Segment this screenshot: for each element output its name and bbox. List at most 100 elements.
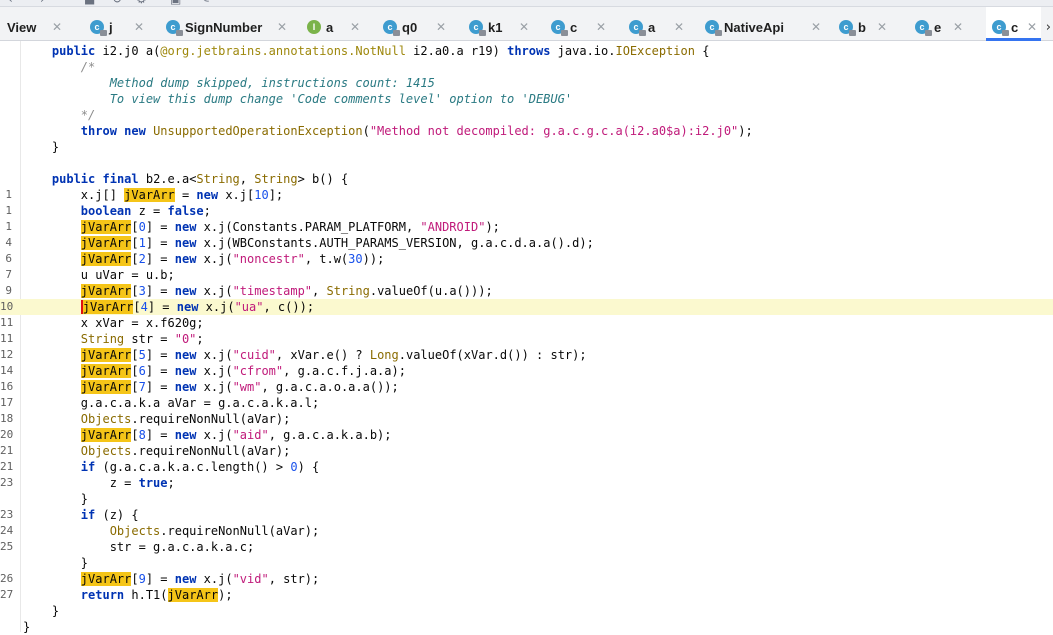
close-icon[interactable]: ✕	[436, 20, 446, 35]
close-icon[interactable]: ✕	[52, 20, 62, 35]
code-line[interactable]: 18 Objects.requireNonNull(aVar);	[0, 411, 1053, 427]
code-line[interactable]: 10 jVarArr[4] = new x.j("ua", c());	[0, 299, 1053, 315]
tab-q0[interactable]: c q0 ✕	[383, 7, 463, 40]
code-text[interactable]: Objects.requireNonNull(aVar);	[23, 443, 291, 459]
code-editor[interactable]: public i2.j0 a(@org.jetbrains.annotation…	[0, 41, 1053, 635]
code-line[interactable]: }	[0, 619, 1053, 635]
back-arrow-icon[interactable]: ‹	[8, 0, 22, 6]
code-line[interactable]: 6 jVarArr[2] = new x.j("noncestr", t.w(3…	[0, 251, 1053, 267]
code-line[interactable]: Method dump skipped, instructions count:…	[0, 75, 1053, 91]
code-line[interactable]: */	[0, 107, 1053, 123]
code-text[interactable]: }	[23, 603, 59, 619]
code-line[interactable]: 9 jVarArr[3] = new x.j("timestamp", Stri…	[0, 283, 1053, 299]
refresh-icon[interactable]: ↻	[112, 0, 126, 6]
code-text[interactable]: public i2.j0 a(@org.jetbrains.annotation…	[23, 43, 710, 59]
code-line[interactable]: 27 return h.T1(jVarArr);	[0, 587, 1053, 603]
code-text[interactable]: Objects.requireNonNull(aVar);	[23, 411, 291, 427]
code-line[interactable]: }	[0, 555, 1053, 571]
code-text[interactable]: }	[23, 491, 88, 507]
save-icon[interactable]: ■	[84, 0, 98, 6]
close-icon[interactable]: ✕	[350, 20, 360, 35]
code-line[interactable]: public i2.j0 a(@org.jetbrains.annotation…	[0, 43, 1053, 59]
code-line[interactable]: 26 jVarArr[9] = new x.j("vid", str);	[0, 571, 1053, 587]
code-text[interactable]: jVarArr[7] = new x.j("wm", g.a.c.a.o.a.a…	[23, 379, 399, 395]
code-line[interactable]: 4 jVarArr[1] = new x.j(WBConstants.AUTH_…	[0, 235, 1053, 251]
code-line[interactable]: 24 Objects.requireNonNull(aVar);	[0, 523, 1053, 539]
code-line[interactable]: 14 jVarArr[6] = new x.j("cfrom", g.a.c.f…	[0, 363, 1053, 379]
code-line[interactable]: 23 z = true;	[0, 475, 1053, 491]
tab-k1[interactable]: c k1 ✕	[469, 7, 544, 40]
tab-nativeapi[interactable]: c NativeApi ✕	[705, 7, 830, 40]
code-text[interactable]: jVarArr[6] = new x.j("cfrom", g.a.c.f.j.…	[23, 363, 406, 379]
code-line[interactable]: 12 jVarArr[5] = new x.j("cuid", xVar.e()…	[0, 347, 1053, 363]
code-text[interactable]: }	[23, 619, 30, 635]
code-line[interactable]: /*	[0, 59, 1053, 75]
tab-view[interactable]: View ✕	[0, 7, 66, 40]
tab-b[interactable]: c b ✕	[839, 7, 909, 40]
code-text[interactable]: jVarArr[8] = new x.j("aid", g.a.c.a.k.a.…	[23, 427, 392, 443]
tab-c-active[interactable]: c c ✕	[986, 7, 1041, 41]
code-line[interactable]: }	[0, 491, 1053, 507]
code-line[interactable]: 21 if (g.a.c.a.k.a.c.length() > 0) {	[0, 459, 1053, 475]
tab-a-class[interactable]: c a ✕	[629, 7, 699, 40]
code-text[interactable]: x xVar = x.f620g;	[23, 315, 204, 331]
code-line[interactable]: 1 boolean z = false;	[0, 203, 1053, 219]
code-line[interactable]: throw new UnsupportedOperationException(…	[0, 123, 1053, 139]
code-text[interactable]: jVarArr[5] = new x.j("cuid", xVar.e() ? …	[23, 347, 587, 363]
code-text[interactable]: jVarArr[1] = new x.j(WBConstants.AUTH_PA…	[23, 235, 594, 251]
code-line[interactable]: 16 jVarArr[7] = new x.j("wm", g.a.c.a.o.…	[0, 379, 1053, 395]
tab-signnumber[interactable]: c SignNumber ✕	[166, 7, 287, 40]
forward-arrow-icon[interactable]: ›	[40, 0, 54, 6]
code-line[interactable]: }	[0, 139, 1053, 155]
code-line[interactable]: 11 x xVar = x.f620g;	[0, 315, 1053, 331]
chevron-right-icon[interactable]: ›	[1046, 20, 1051, 35]
close-icon[interactable]: ✕	[519, 20, 529, 35]
code-text[interactable]: jVarArr[3] = new x.j("timestamp", String…	[23, 283, 493, 299]
close-icon[interactable]: ✕	[277, 20, 287, 35]
tab-a-interface[interactable]: I a ✕	[307, 7, 377, 40]
code-text[interactable]: Objects.requireNonNull(aVar);	[23, 523, 320, 539]
edit-icon[interactable]: ✎	[200, 0, 214, 6]
tab-c[interactable]: c c ✕	[551, 7, 621, 40]
settings-icon[interactable]: ⚙	[136, 0, 150, 6]
close-icon[interactable]: ✕	[811, 20, 821, 35]
code-line[interactable]: 7 u uVar = u.b;	[0, 267, 1053, 283]
code-text[interactable]: str = g.a.c.a.k.a.c;	[23, 539, 255, 555]
code-text[interactable]: boolean z = false;	[23, 203, 211, 219]
code-text[interactable]: jVarArr[0] = new x.j(Constants.PARAM_PLA…	[23, 219, 500, 235]
code-line[interactable]: 11 String str = "0";	[0, 331, 1053, 347]
code-line[interactable]: 25 str = g.a.c.a.k.a.c;	[0, 539, 1053, 555]
code-line[interactable]: 17 g.a.c.a.k.a aVar = g.a.c.a.k.a.l;	[0, 395, 1053, 411]
code-text[interactable]: Method dump skipped, instructions count:…	[23, 75, 435, 91]
code-line[interactable]: 20 jVarArr[8] = new x.j("aid", g.a.c.a.k…	[0, 427, 1053, 443]
code-text[interactable]: if (g.a.c.a.k.a.c.length() > 0) {	[23, 459, 319, 475]
code-text[interactable]: x.j[] jVarArr = new x.j[10];	[23, 187, 283, 203]
code-line[interactable]: 21 Objects.requireNonNull(aVar);	[0, 443, 1053, 459]
code-text[interactable]: g.a.c.a.k.a aVar = g.a.c.a.k.a.l;	[23, 395, 319, 411]
code-text[interactable]: }	[23, 139, 59, 155]
code-text[interactable]: String str = "0";	[23, 331, 204, 347]
code-line[interactable]: 1 jVarArr[0] = new x.j(Constants.PARAM_P…	[0, 219, 1053, 235]
code-line[interactable]: 23 if (z) {	[0, 507, 1053, 523]
code-text[interactable]: jVarArr[4] = new x.j("ua", c());	[23, 299, 314, 315]
code-text[interactable]: jVarArr[9] = new x.j("vid", str);	[23, 571, 319, 587]
close-icon[interactable]: ✕	[674, 20, 684, 35]
code-text[interactable]: To view this dump change 'Code comments …	[23, 91, 572, 107]
tab-e[interactable]: c e ✕	[915, 7, 985, 40]
code-text[interactable]: z = true;	[23, 475, 175, 491]
tab-j[interactable]: c j ✕	[90, 7, 160, 40]
code-text[interactable]: public final b2.e.a<String, String> b() …	[23, 171, 348, 187]
code-text[interactable]: }	[23, 555, 88, 571]
close-icon[interactable]: ✕	[953, 20, 963, 35]
close-icon[interactable]: ✕	[877, 20, 887, 35]
code-line[interactable]: }	[0, 603, 1053, 619]
code-text[interactable]: throw new UnsupportedOperationException(…	[23, 123, 753, 139]
code-text[interactable]: */	[23, 107, 95, 123]
code-text[interactable]: /*	[23, 59, 95, 75]
code-line[interactable]	[0, 155, 1053, 171]
close-icon[interactable]: ✕	[596, 20, 606, 35]
close-icon[interactable]: ✕	[1027, 20, 1037, 35]
copy-icon[interactable]: ▣	[170, 0, 184, 6]
code-line[interactable]: To view this dump change 'Code comments …	[0, 91, 1053, 107]
code-text[interactable]: jVarArr[2] = new x.j("noncestr", t.w(30)…	[23, 251, 384, 267]
